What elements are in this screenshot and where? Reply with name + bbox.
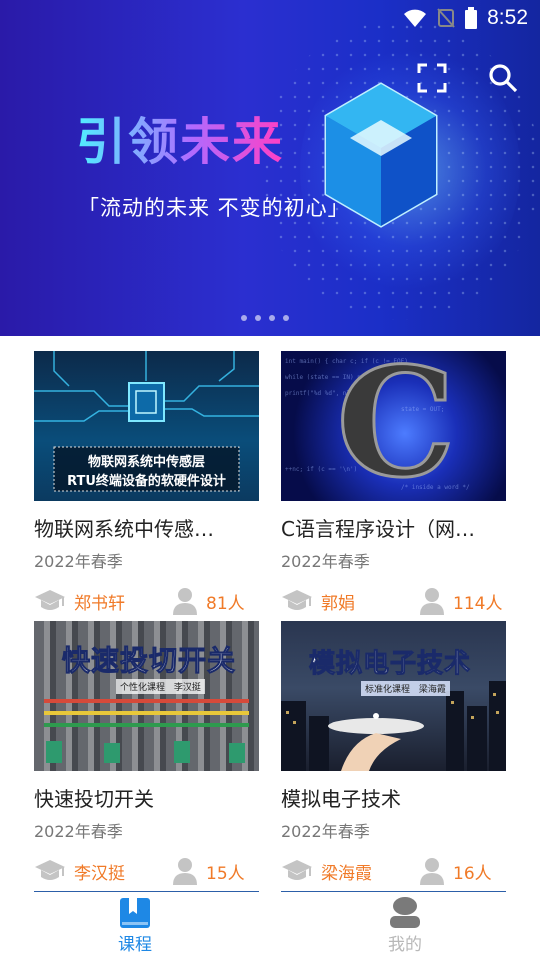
divider bbox=[281, 891, 506, 892]
student-count: 114人 bbox=[453, 593, 503, 614]
divider bbox=[34, 891, 259, 892]
thumb-tag: 个性化课程 bbox=[120, 683, 166, 693]
course-thumbnail[interactable]: 快速投切开关 个性化课程 李汉挺 bbox=[34, 621, 259, 771]
c-letter-graphic: C bbox=[335, 351, 457, 501]
graduation-cap-icon bbox=[35, 590, 65, 610]
thumb-heading: 快速投切开关 bbox=[61, 644, 237, 678]
status-bar: 8:52 bbox=[403, 6, 528, 30]
teacher-name: 梁海霞 bbox=[321, 863, 372, 884]
tab-label: 课程 bbox=[118, 935, 152, 955]
user-icon bbox=[390, 897, 420, 928]
course-card[interactable]: 模拟电子技术 标准化课程 梁海霞 模拟电子技术 2022年春季 梁海霞 16人 bbox=[281, 621, 506, 886]
user-icon bbox=[173, 588, 197, 615]
thumb-caption-2: RTU终端设备的软硬件设计 bbox=[67, 474, 226, 489]
scan-icon[interactable] bbox=[416, 62, 448, 94]
thumb-tag: 梁海霞 bbox=[418, 685, 446, 695]
thumb-heading: 模拟电子技术 bbox=[308, 649, 472, 680]
course-term: 2022年春季 bbox=[34, 822, 123, 841]
course-card[interactable]: 物联网系统中传感层 RTU终端设备的软硬件设计 物联网系统中传感… 2022年春… bbox=[34, 351, 259, 616]
student-count: 81人 bbox=[206, 593, 245, 614]
bottom-tab-bar: 课程 我的 bbox=[0, 888, 540, 960]
battery-icon bbox=[465, 7, 478, 29]
course-thumbnail[interactable]: 模拟电子技术 标准化课程 梁海霞 bbox=[281, 621, 506, 771]
student-count: 16人 bbox=[453, 863, 492, 884]
hero-banner[interactable]: 8:52 引领未来 「流动的未来 不变的初心」 bbox=[0, 0, 540, 336]
course-title[interactable]: 物联网系统中传感… bbox=[34, 513, 259, 542]
user-icon bbox=[420, 858, 444, 885]
carousel-indicators[interactable] bbox=[241, 315, 289, 321]
course-thumbnail[interactable]: int main() { char c; if (c != EOF) while… bbox=[281, 351, 506, 501]
user-icon bbox=[173, 858, 197, 885]
course-term: 2022年春季 bbox=[281, 822, 370, 841]
tab-label: 我的 bbox=[388, 935, 422, 955]
indicator-dot[interactable] bbox=[241, 315, 247, 321]
teacher-name: 郑书轩 bbox=[74, 593, 125, 614]
course-title[interactable]: 模拟电子技术 bbox=[281, 783, 506, 812]
course-thumbnail[interactable]: 物联网系统中传感层 RTU终端设备的软硬件设计 bbox=[34, 351, 259, 501]
thumb-tags: 个性化课程 李汉挺 bbox=[116, 679, 205, 694]
course-term: 2022年春季 bbox=[281, 552, 370, 571]
graduation-cap-icon bbox=[282, 590, 312, 610]
search-icon[interactable] bbox=[487, 62, 519, 94]
thumb-tags: 标准化课程 梁海霞 bbox=[361, 681, 450, 696]
thumb-caption-1: 物联网系统中传感层 bbox=[87, 455, 205, 470]
indicator-dot[interactable] bbox=[269, 315, 275, 321]
wifi-icon bbox=[404, 9, 427, 27]
tab-mine[interactable]: 我的 bbox=[345, 896, 465, 955]
course-term: 2022年春季 bbox=[34, 552, 123, 571]
book-icon bbox=[120, 898, 150, 928]
graduation-cap-icon bbox=[282, 860, 312, 880]
course-title[interactable]: C语言程序设计（网… bbox=[281, 513, 506, 542]
thumb-tag: 李汉挺 bbox=[173, 683, 201, 693]
thumb-tag: 标准化课程 bbox=[365, 685, 411, 695]
course-card[interactable]: int main() { char c; if (c != EOF) while… bbox=[281, 351, 506, 616]
indicator-dot[interactable] bbox=[283, 315, 289, 321]
banner-subline: 「流动的未来 不变的初心」 bbox=[78, 196, 350, 220]
course-title[interactable]: 快速投切开关 bbox=[34, 783, 259, 812]
banner-headline: 引领未来 bbox=[76, 102, 284, 174]
teacher-name: 郭娟 bbox=[321, 593, 355, 614]
graduation-cap-icon bbox=[35, 860, 65, 880]
course-card[interactable]: 快速投切开关 个性化课程 李汉挺 快速投切开关 2022年春季 李汉挺 15人 bbox=[34, 621, 259, 886]
tab-courses[interactable]: 课程 bbox=[75, 896, 195, 955]
user-icon bbox=[420, 588, 444, 615]
teacher-name: 李汉挺 bbox=[74, 863, 125, 884]
status-time: 8:52 bbox=[487, 6, 528, 29]
no-sim-icon bbox=[437, 8, 455, 28]
indicator-dot[interactable] bbox=[255, 315, 261, 321]
student-count: 15人 bbox=[206, 863, 245, 884]
